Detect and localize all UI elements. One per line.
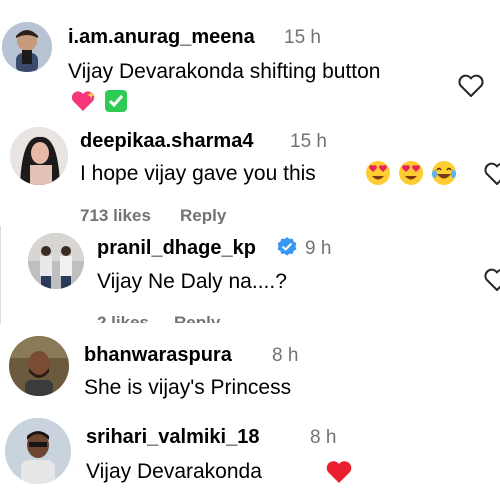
comment-2: deepikaa.sharma4 15 h I hope vijay gave … — [0, 118, 500, 226]
comment-meta-row: 2 likes Reply — [97, 313, 297, 323]
comment-3: pranil_dhage_kp 9 h Vijay Ne Daly na....… — [0, 226, 500, 324]
comment-time: 8 h — [310, 427, 337, 448]
avatar[interactable] — [5, 418, 71, 484]
like-heart-icon[interactable] — [483, 162, 500, 191]
username[interactable]: i.am.anurag_meena — [68, 26, 255, 49]
comment-4: bhanwaraspura 8 h She is vijay's Princes… — [0, 324, 500, 412]
comment-text: Vijay Ne Daly na....? — [97, 270, 287, 293]
heart-eyes-icon — [398, 160, 424, 191]
sparkling-heart-icon — [70, 89, 96, 118]
avatar[interactable] — [10, 127, 68, 185]
heart-eyes-icon — [365, 160, 391, 191]
comment-text: I hope vijay gave you this — [80, 162, 316, 185]
verified-badge-icon — [276, 236, 298, 263]
comment-time: 8 h — [272, 345, 299, 366]
like-heart-icon[interactable] — [457, 74, 485, 103]
comment-1: i.am.anurag_meena 15 h Vijay Devarakonda… — [0, 0, 500, 118]
comment-meta-row: 713 likes Reply — [80, 206, 280, 224]
comment-time: 15 h — [290, 131, 327, 152]
tears-of-joy-icon — [431, 160, 457, 191]
username[interactable]: srihari_valmiki_18 — [86, 426, 259, 449]
like-heart-icon[interactable] — [483, 268, 500, 297]
comment-time: 15 h — [284, 27, 321, 48]
comment-5: srihari_valmiki_18 8 h Vijay Devarakonda — [0, 412, 500, 500]
reply-button[interactable]: Reply — [174, 313, 220, 323]
avatar[interactable] — [9, 336, 69, 396]
username[interactable]: pranil_dhage_kp — [97, 237, 256, 260]
comment-text: She is vijay's Princess — [84, 376, 292, 399]
comment-text: Vijay Devarakonda shifting button — [68, 60, 381, 83]
comment-time: 9 h — [305, 238, 332, 259]
check-mark-button-icon — [104, 89, 128, 118]
username[interactable]: deepikaa.sharma4 — [80, 130, 253, 153]
likes-count[interactable]: 713 likes — [80, 206, 151, 224]
avatar[interactable] — [28, 233, 84, 289]
reply-button[interactable]: Reply — [180, 206, 226, 224]
likes-count[interactable]: 2 likes — [97, 313, 149, 323]
username[interactable]: bhanwaraspura — [84, 344, 232, 367]
avatar[interactable] — [2, 22, 52, 72]
comment-text: Vijay Devarakonda — [86, 460, 262, 483]
red-heart-icon — [325, 459, 353, 490]
